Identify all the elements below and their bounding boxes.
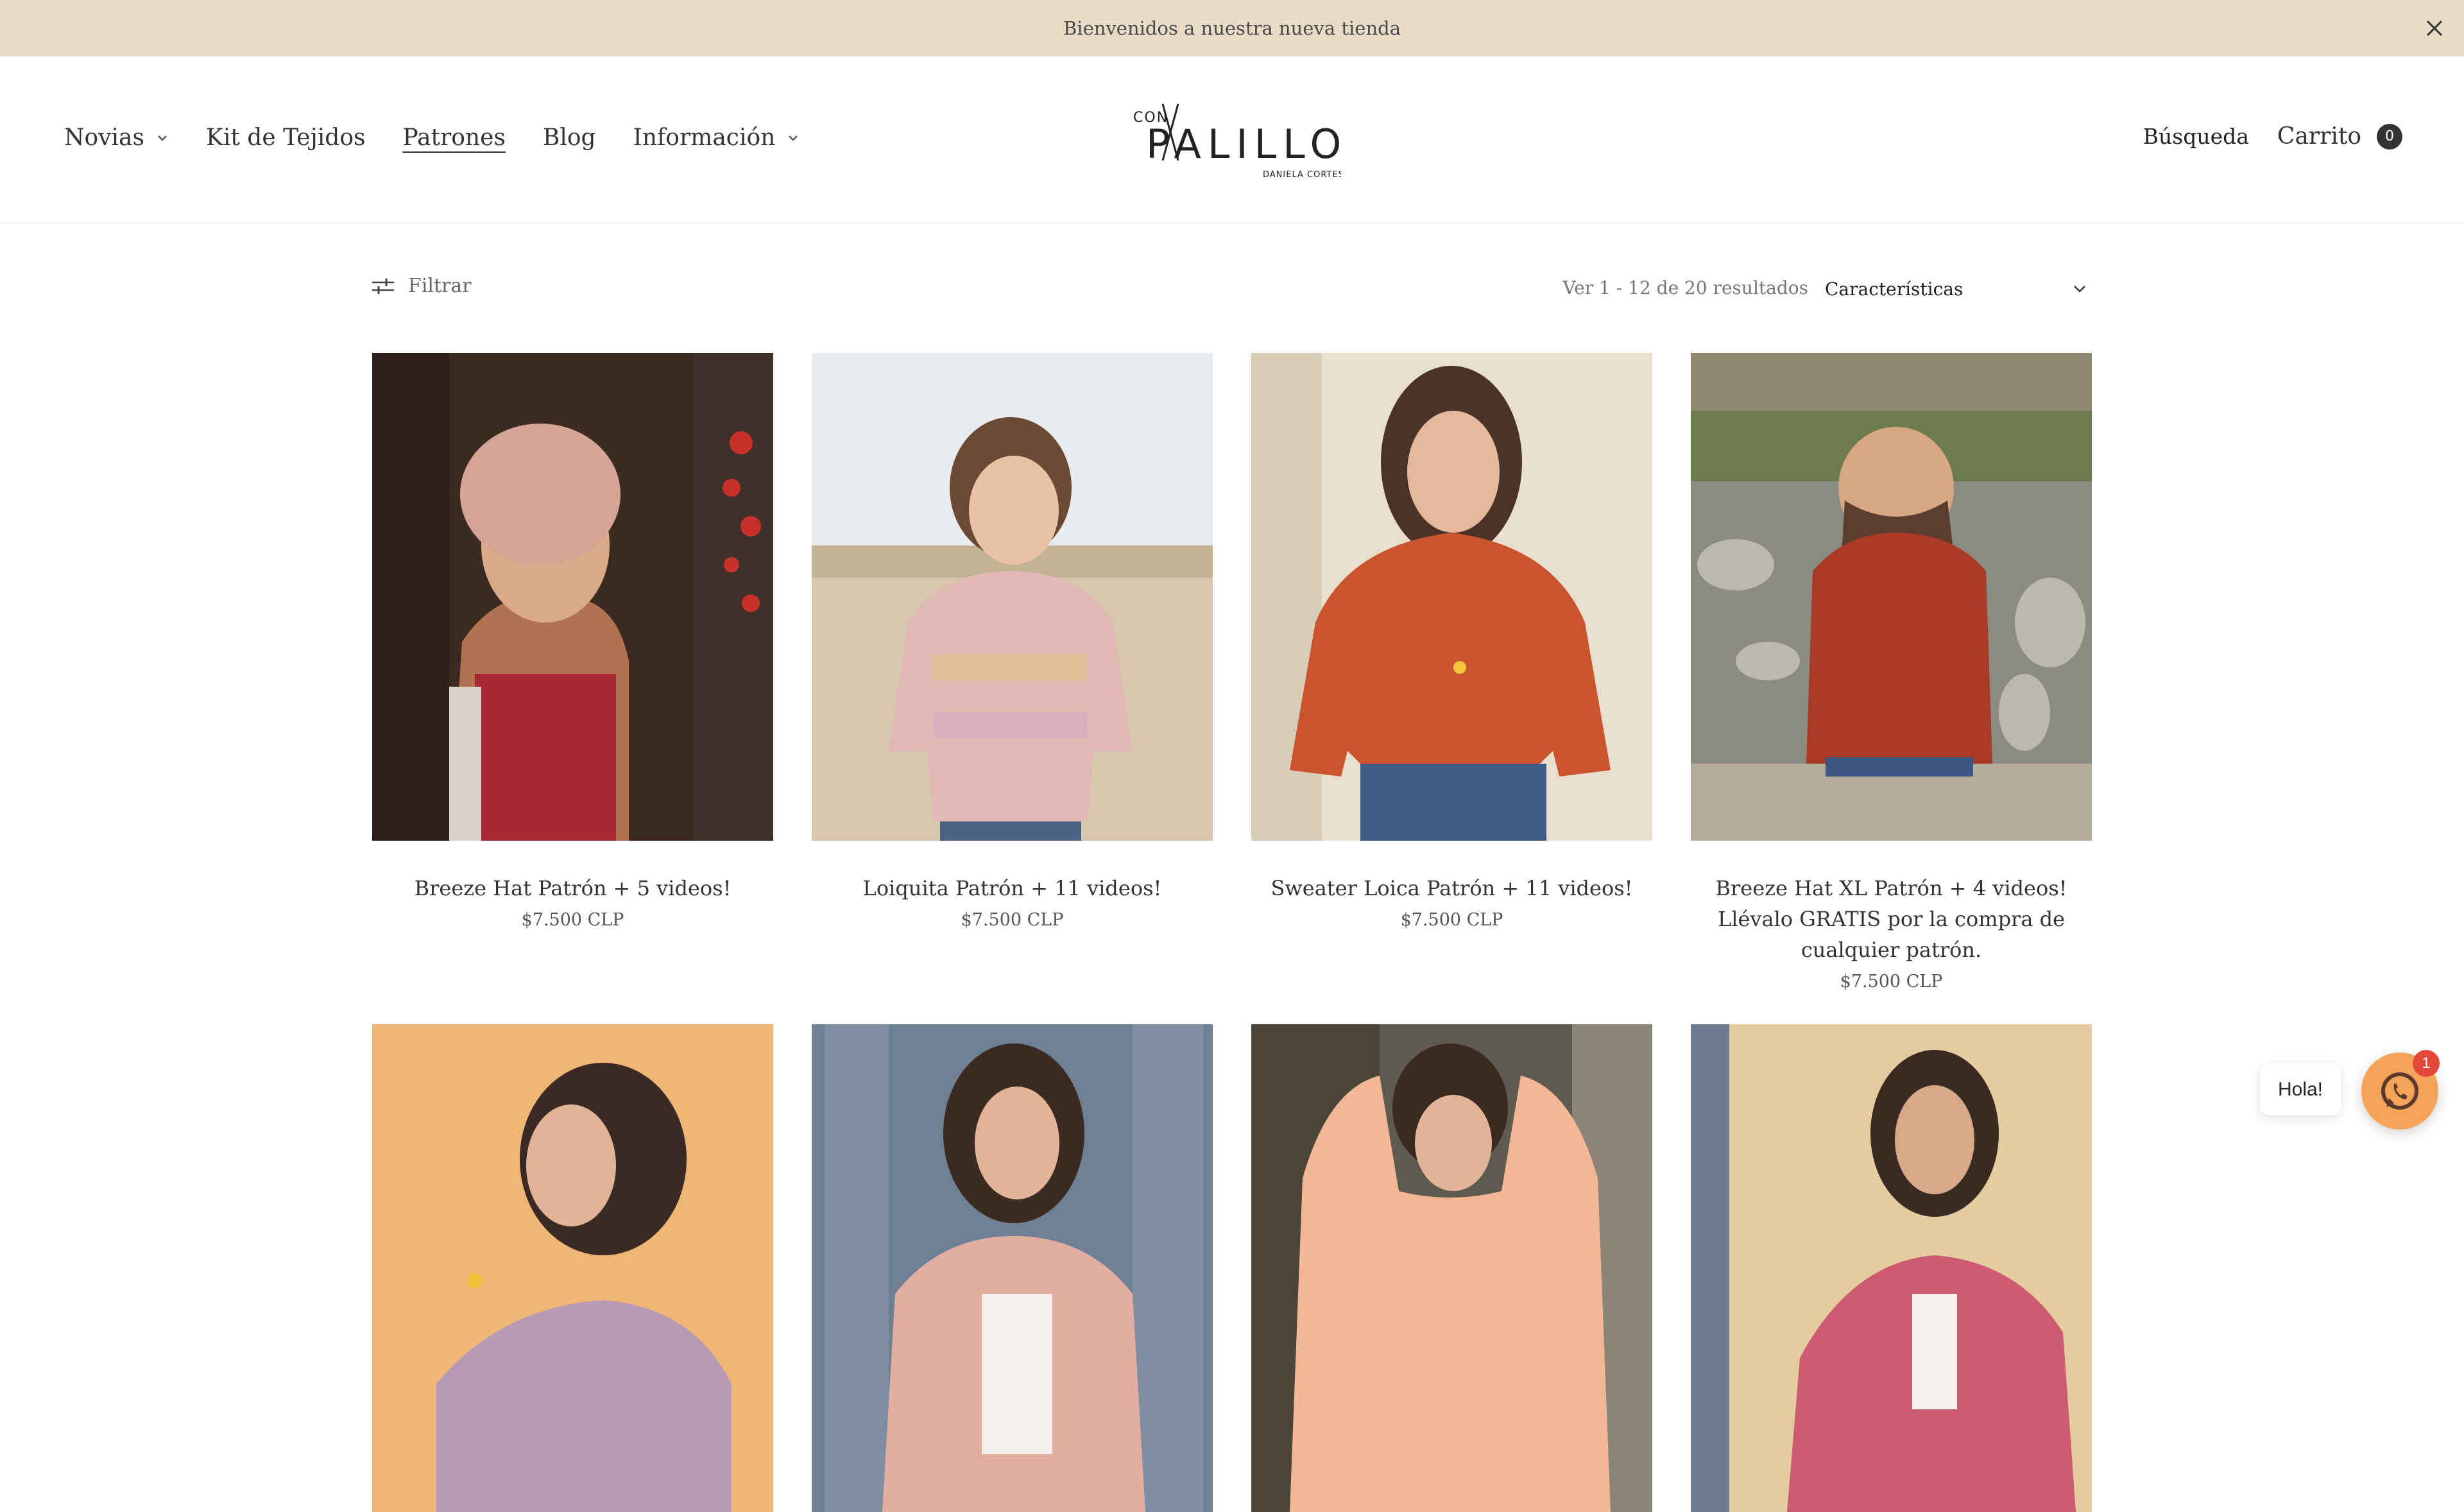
chat-greeting-bubble[interactable]: Hola! [2260, 1064, 2341, 1115]
nav-item-label: Información [633, 125, 776, 151]
announcement-text: Bienvenidos a nuestra nueva tienda [1063, 17, 1401, 39]
cart-count-badge: 0 [2377, 123, 2402, 150]
filter-label: Filtrar [408, 275, 472, 297]
main-nav: Novias Kit de Tejidos Patrones Blog Info… [64, 125, 837, 151]
site-header: Novias Kit de Tejidos Patrones Blog Info… [0, 56, 2464, 223]
filter-sliders-icon [372, 278, 394, 294]
product-price: $7.500 CLP [1840, 972, 1943, 992]
collection-toolbar: Filtrar Ver 1 - 12 de 20 resultados Cara… [371, 275, 2093, 303]
product-card[interactable]: Sweater Loica Patrón + 11 videos! $7.500… [1251, 353, 1652, 930]
nav-item-label: Patrones [402, 125, 506, 151]
product-image-rose-cardigan[interactable] [1691, 1024, 2092, 1512]
product-card[interactable]: Breeze Hat Patrón + 5 videos! $7.500 CLP [372, 353, 773, 930]
close-announcement-button[interactable] [2420, 14, 2449, 42]
nav-item-kit-de-tejidos[interactable]: Kit de Tejidos [206, 125, 366, 151]
cart-label: Carrito [2277, 123, 2361, 150]
product-image-lilac-sweater[interactable] [372, 1024, 773, 1512]
whatsapp-icon [2381, 1072, 2418, 1110]
nav-item-label: Blog [542, 125, 596, 151]
product-price: $7.500 CLP [521, 910, 624, 930]
header-actions: Búsqueda Carrito 0 [2143, 123, 2402, 150]
nav-item-patrones[interactable]: Patrones [402, 125, 505, 151]
results-count: Ver 1 - 12 de 20 resultados [1562, 277, 1808, 298]
site-logo[interactable]: CON PALILLOS DANIELA CORTES [1123, 99, 1341, 182]
cart-link[interactable]: Carrito 0 [2277, 123, 2402, 150]
product-card[interactable] [1691, 1024, 2092, 1512]
product-price: $7.500 CLP [1400, 910, 1503, 930]
chat-notification-badge: 1 [2413, 1050, 2440, 1077]
product-image-pink-cardigan[interactable] [812, 1024, 1213, 1512]
product-image-breeze-hat-xl[interactable] [1691, 353, 2092, 841]
chevron-down-icon [158, 135, 167, 141]
filter-button[interactable]: Filtrar [371, 275, 472, 297]
product-title[interactable]: Breeze Hat XL Patrón + 4 videos! Llévalo… [1691, 873, 2092, 965]
chevron-down-icon [789, 135, 798, 141]
product-card[interactable]: Breeze Hat XL Patrón + 4 videos! Llévalo… [1691, 353, 2092, 992]
nav-item-label: Kit de Tejidos [205, 125, 366, 151]
product-image-loiquita[interactable] [812, 353, 1213, 841]
product-title[interactable]: Sweater Loica Patrón + 11 videos! [1251, 873, 1652, 904]
sort-value: Características [1825, 278, 1964, 300]
product-card[interactable] [1251, 1024, 1652, 1512]
product-card[interactable]: Loiquita Patrón + 11 videos! $7.500 CLP [812, 353, 1213, 930]
product-card[interactable] [372, 1024, 773, 1512]
close-icon [2426, 20, 2443, 37]
product-title[interactable]: Loiquita Patrón + 11 videos! [812, 873, 1213, 904]
nav-item-informacion[interactable]: Información [633, 125, 800, 151]
product-image-breeze-hat[interactable] [372, 353, 773, 841]
product-price: $7.500 CLP [961, 910, 1064, 930]
logo-main-text: PALILLOS [1146, 121, 1341, 168]
nav-item-novias[interactable]: Novias [64, 125, 169, 151]
logo-sub-text: DANIELA CORTES [1263, 170, 1341, 180]
product-image-peach-sweater[interactable] [1251, 1024, 1652, 1512]
nav-item-label: Novias [64, 125, 144, 151]
chat-greeting-text: Hola! [2277, 1079, 2323, 1100]
chevron-down-icon [2074, 286, 2085, 293]
product-title[interactable]: Breeze Hat Patrón + 5 videos! [372, 873, 773, 904]
search-link[interactable]: Búsqueda [2143, 124, 2249, 149]
announcement-bar: Bienvenidos a nuestra nueva tienda [0, 0, 2464, 56]
product-card[interactable] [812, 1024, 1213, 1512]
sort-select[interactable]: Características [1824, 275, 2093, 303]
nav-item-blog[interactable]: Blog [543, 125, 596, 151]
product-image-sweater-loica[interactable] [1251, 353, 1652, 841]
